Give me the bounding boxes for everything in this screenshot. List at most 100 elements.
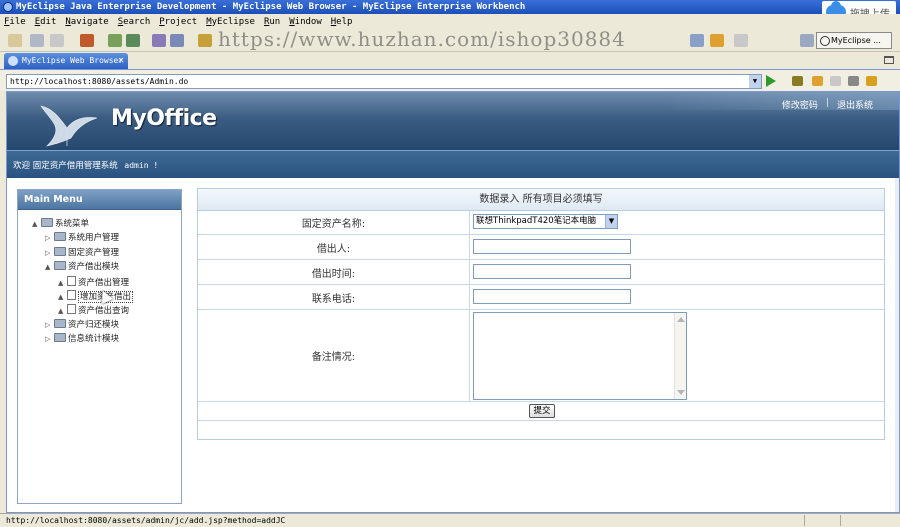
forward-icon[interactable] [830,76,841,86]
refresh-icon[interactable] [866,76,877,86]
folder-icon [54,246,66,256]
bookmark-icon[interactable] [792,76,803,86]
collapsed-toggle-icon[interactable]: ▷ [45,247,54,260]
asset-select[interactable]: 联想ThinkpadT420笔记本电脑 ▼ [473,214,618,229]
back-arrow-icon[interactable] [710,34,724,47]
menu-file[interactable]: File [4,14,26,30]
status-section [804,515,838,526]
document-icon [67,290,76,300]
menu-navigate[interactable]: Navigate [65,14,108,30]
status-bar: http://localhost:8080/assets/admin/jc/ad… [0,513,900,527]
scroll-up-icon[interactable] [677,317,685,322]
welcome-bar: 欢迎 固定资产借用管理系统 admin ! [7,150,899,178]
new-icon[interactable] [8,34,22,47]
open-type-icon[interactable] [170,34,184,47]
menu-search[interactable]: Search [118,14,151,30]
folder-icon [54,318,66,328]
form-row-phone: 联系电话: [198,285,884,310]
url-input[interactable]: http://localhost:8080/assets/Admin.do ▼ [6,74,762,89]
tab-web-browser[interactable]: MyEclipse Web Browser ✕ [4,53,128,69]
sidebar-item[interactable]: ▷ 系统用户管理 [45,232,119,245]
logout-link[interactable]: 退出系统 [837,98,873,111]
side-menu-title: Main Menu [18,190,181,210]
welcome-user: admin ! [124,161,159,170]
sidebar-item-label: 资产借出模块 [68,262,120,273]
borrow-time-label: 借出时间: [198,260,470,284]
sidebar-item-label: 资产借出管理 [78,277,130,288]
forward-arrow-icon[interactable] [734,34,748,47]
debug-icon[interactable] [108,34,122,47]
chevron-down-icon[interactable]: ▼ [605,215,617,228]
back-icon[interactable] [812,76,823,86]
editor-tab-row: MyEclipse Web Browser ✕ [0,52,900,69]
folder-icon [41,218,53,227]
search-icon[interactable] [152,34,166,47]
sidebar-item[interactable]: ▷ 资产归还模块 [45,318,120,332]
page-scrollbar[interactable] [895,178,899,512]
open-resource-icon[interactable] [198,34,212,47]
form-row-borrower: 借出人: [198,235,884,260]
sidebar-item[interactable]: ▲ 增加资产借出 [58,290,134,304]
close-icon[interactable]: ✕ [118,53,124,69]
sidebar-item-label: 系统菜单 [55,219,90,229]
sidebar-item-label: 信息统计模块 [68,334,120,345]
watermark-text: https://www.huzhan.com/ishop30884 [218,27,626,51]
sidebar-item-label: 资产借出查询 [78,306,130,317]
globe-icon [8,56,18,66]
sidebar-item[interactable]: ▲ 资产借出查询 [58,304,129,317]
chevron-down-icon[interactable]: ▼ [749,75,761,88]
sidebar-item[interactable]: ▷ 固定资产管理 [45,246,120,260]
change-password-link[interactable]: 修改密码 [782,98,818,111]
stop-icon[interactable] [848,76,859,86]
remark-textarea[interactable] [473,312,687,400]
print-icon[interactable] [50,34,64,47]
status-text: http://localhost:8080/assets/admin/jc/ad… [6,516,286,525]
asset-label: 固定资产名称: [198,211,470,234]
asset-value-cell: 联想ThinkpadT420笔记本电脑 ▼ [470,211,884,234]
next-annotation-icon[interactable] [690,34,704,47]
borrower-input[interactable] [473,239,631,254]
collapsed-toggle-icon[interactable]: ▷ [45,232,54,245]
sidebar-item[interactable]: ▲ 资产借出模块 [45,261,119,274]
open-perspective-icon[interactable] [800,34,814,47]
sidebar-item[interactable]: ▲ 资产借出管理 [58,275,130,290]
sidebar-item-label: 固定资产管理 [68,247,120,258]
collapsed-toggle-icon[interactable]: ▷ [45,319,54,332]
sidebar-item[interactable]: ▲ 系统菜单 [32,218,89,231]
maximize-icon[interactable] [884,56,894,64]
perspective-label: MyEclipse ... [831,36,881,45]
address-bar-row: http://localhost:8080/assets/Admin.do ▼ [0,69,900,91]
expanded-toggle-icon[interactable]: ▲ [58,277,67,290]
textarea-scrollbar[interactable] [674,313,686,399]
form-row-remark: 备注情况: [198,310,884,402]
scroll-down-icon[interactable] [677,390,685,395]
side-menu: Main Menu ▲ 系统菜单 ▷ 系统用户管理 ▷ 固定资产管理 ▲ 资产借出模块 ▲ 资产借… [17,189,182,504]
phone-input[interactable] [473,289,631,304]
app-logo-text: MyOffice [111,106,217,131]
folder-icon [54,232,66,242]
sidebar-item[interactable]: ▷ 信息统计模块 [45,333,119,346]
app-header: MyOffice 修改密码 | 退出系统 [7,92,899,150]
sidebar-item-label: 系统用户管理 [68,233,120,244]
deploy-icon[interactable] [80,34,94,47]
sidebar-item-label: 资产归还模块 [68,319,120,330]
go-arrow-icon[interactable] [766,75,776,87]
perspective-button[interactable]: MyEclipse ... [816,32,892,49]
server-icon[interactable] [126,34,140,47]
form-row-submit: 提交 [198,402,884,421]
phone-value-cell [470,285,884,309]
borrow-time-input[interactable] [473,264,631,279]
borrower-label: 借出人: [198,235,470,259]
menu-project[interactable]: Project [159,14,197,30]
collapsed-toggle-icon[interactable]: ▷ [45,333,54,346]
expanded-toggle-icon[interactable]: ▲ [58,305,67,318]
menu-edit[interactable]: Edit [35,14,57,30]
folder-icon [54,261,66,271]
expanded-toggle-icon[interactable]: ▲ [58,291,67,304]
submit-button[interactable]: 提交 [529,404,555,418]
form-caption: 数据录入 所有项目必须填写 [198,189,884,211]
save-icon[interactable] [30,34,44,47]
expanded-toggle-icon[interactable]: ▲ [45,261,54,274]
expanded-toggle-icon[interactable]: ▲ [32,218,41,231]
document-icon [67,275,76,286]
